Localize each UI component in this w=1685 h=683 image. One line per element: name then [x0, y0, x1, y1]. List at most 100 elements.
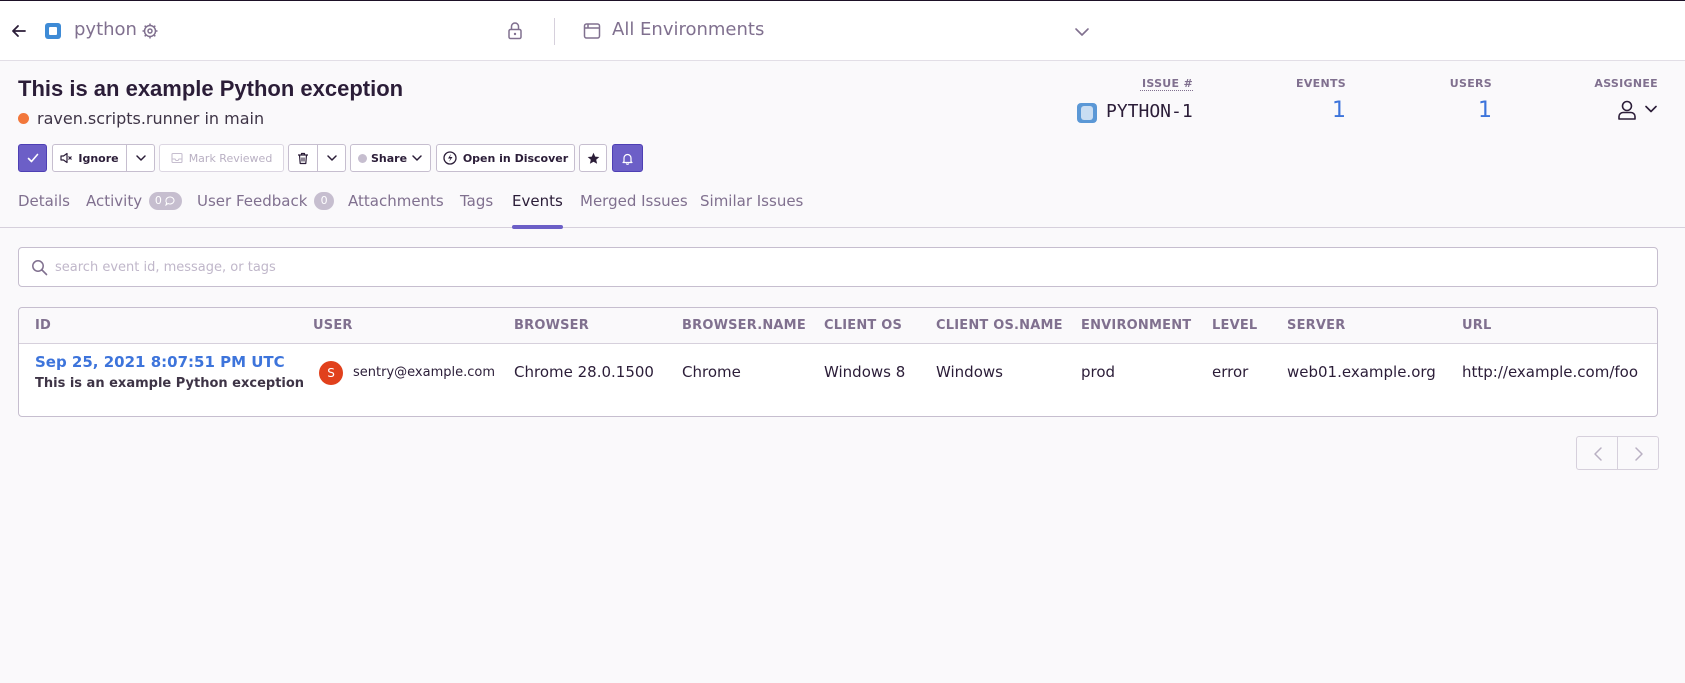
column-header-user: USER — [313, 318, 353, 333]
events-table: ID USER BROWSER BROWSER.NAME CLIENT OS C… — [18, 307, 1658, 417]
environment-selector[interactable]: All Environments — [612, 19, 764, 40]
window-icon — [583, 23, 601, 39]
column-header-id: ID — [35, 318, 52, 333]
column-header-server: SERVER — [1287, 318, 1346, 333]
inbox-icon — [171, 152, 183, 164]
cell-browser-name: Chrome — [682, 363, 741, 381]
chevron-down-icon — [326, 155, 337, 161]
issue-short-id: PYTHON-1 — [1106, 101, 1193, 122]
column-header-client-os: CLIENT OS — [824, 318, 903, 333]
tab-events[interactable]: Events — [512, 192, 563, 229]
avatar: S — [319, 361, 343, 385]
tab-similar-issues[interactable]: Similar Issues — [700, 192, 803, 228]
resolve-button[interactable] — [18, 144, 47, 172]
table-header: ID USER BROWSER BROWSER.NAME CLIENT OS C… — [19, 308, 1657, 344]
events-count[interactable]: 1 — [1300, 98, 1346, 123]
chevron-right-icon — [1635, 447, 1643, 461]
project-platform-icon — [45, 23, 61, 39]
cell-server: web01.example.org — [1287, 363, 1436, 381]
chevron-down-icon — [412, 155, 422, 161]
gear-icon[interactable] — [141, 22, 159, 40]
issue-title: This is an example Python exception — [18, 76, 404, 101]
tab-user-feedback[interactable]: User Feedback 0 — [197, 192, 335, 228]
users-label: USERS — [1449, 77, 1492, 90]
issue-culprit: raven.scripts.runner in main — [37, 109, 265, 128]
python-icon — [1077, 103, 1097, 123]
column-header-environment: ENVIRONMENT — [1081, 318, 1192, 333]
header-divider — [554, 18, 555, 45]
open-in-discover-button[interactable]: Open in Discover — [436, 144, 575, 172]
issue-tabs: Details Activity 0 User Feedback 0 Attac… — [0, 192, 1685, 229]
cell-environment: prod — [1081, 363, 1116, 381]
chevron-down-icon[interactable] — [1644, 102, 1658, 116]
mark-reviewed-label: Mark Reviewed — [188, 151, 273, 165]
previous-page-button[interactable] — [1576, 436, 1618, 470]
next-page-button[interactable] — [1617, 436, 1659, 470]
tab-label: Similar Issues — [700, 192, 804, 210]
column-header-browser: BROWSER — [514, 318, 589, 333]
search-icon — [32, 260, 48, 276]
bookmark-button[interactable] — [579, 144, 607, 172]
comment-icon — [165, 196, 175, 206]
open-in-discover-label: Open in Discover — [462, 151, 569, 165]
assignee-label: ASSIGNEE — [1594, 77, 1658, 90]
trash-icon — [298, 152, 308, 164]
events-label: EVENTS — [1296, 77, 1346, 90]
cell-url: http://example.com/foo — [1462, 363, 1639, 381]
user-feedback-count-badge: 0 — [314, 192, 335, 210]
subscribe-button[interactable] — [612, 144, 643, 172]
cell-browser: Chrome 28.0.1500 — [514, 363, 654, 381]
issue-number-label: ISSUE # — [1140, 77, 1193, 91]
lock-icon[interactable] — [506, 21, 524, 41]
activity-count: 0 — [154, 194, 162, 207]
column-header-level: LEVEL — [1212, 318, 1258, 333]
tab-label: Merged Issues — [580, 192, 688, 210]
mute-icon — [60, 152, 73, 164]
tab-tags[interactable]: Tags — [460, 192, 493, 228]
chevron-down-icon[interactable] — [1073, 23, 1091, 41]
delete-button[interactable] — [288, 144, 318, 172]
column-header-url: URL — [1462, 318, 1492, 333]
user-email: sentry@example.com — [353, 365, 495, 380]
discover-icon — [443, 151, 457, 165]
tab-details[interactable]: Details — [18, 192, 70, 228]
level-indicator-dot — [18, 113, 29, 124]
cell-client-os-name: Windows — [936, 363, 1003, 381]
cell-level: error — [1212, 363, 1249, 381]
event-message: This is an example Python exception — [35, 376, 305, 391]
user-icon[interactable] — [1616, 99, 1638, 121]
tab-label: Tags — [460, 192, 494, 210]
checkmark-icon — [27, 153, 38, 163]
tab-label: Events — [512, 192, 563, 210]
tab-label: Attachments — [348, 192, 444, 210]
tab-merged-issues[interactable]: Merged Issues — [580, 192, 688, 228]
project-name[interactable]: python — [74, 19, 137, 40]
share-button[interactable]: Share — [350, 144, 431, 172]
tab-label: Activity — [86, 192, 143, 210]
share-label: Share — [370, 151, 408, 165]
column-header-client-os-name: CLIENT OS.NAME — [936, 318, 1063, 333]
project-header: python All Environments — [0, 1, 1685, 61]
activity-count-badge: 0 — [148, 192, 183, 210]
event-search-input[interactable] — [55, 256, 1635, 278]
share-status-dot — [357, 153, 367, 163]
delete-options-button[interactable] — [317, 144, 346, 172]
ignore-label: Ignore — [78, 151, 119, 165]
tab-label: Details — [18, 192, 71, 210]
tab-label: User Feedback — [197, 192, 308, 210]
tab-attachments[interactable]: Attachments — [348, 192, 444, 228]
users-count[interactable]: 1 — [1446, 98, 1492, 123]
star-icon — [587, 152, 599, 164]
mark-reviewed-button[interactable]: Mark Reviewed — [159, 144, 284, 172]
cell-client-os: Windows 8 — [824, 363, 906, 381]
event-link[interactable]: Sep 25, 2021 8:07:51 PM UTC — [35, 353, 285, 371]
bell-icon — [622, 153, 633, 165]
ignore-options-button[interactable] — [126, 144, 155, 172]
chevron-down-icon — [135, 155, 146, 161]
column-header-browser-name: BROWSER.NAME — [682, 318, 806, 333]
event-search-bar — [18, 247, 1658, 287]
tab-activity[interactable]: Activity 0 — [86, 192, 183, 228]
back-arrow-icon[interactable] — [8, 20, 30, 42]
ignore-button[interactable]: Ignore — [52, 144, 127, 172]
chevron-left-icon — [1594, 447, 1602, 461]
